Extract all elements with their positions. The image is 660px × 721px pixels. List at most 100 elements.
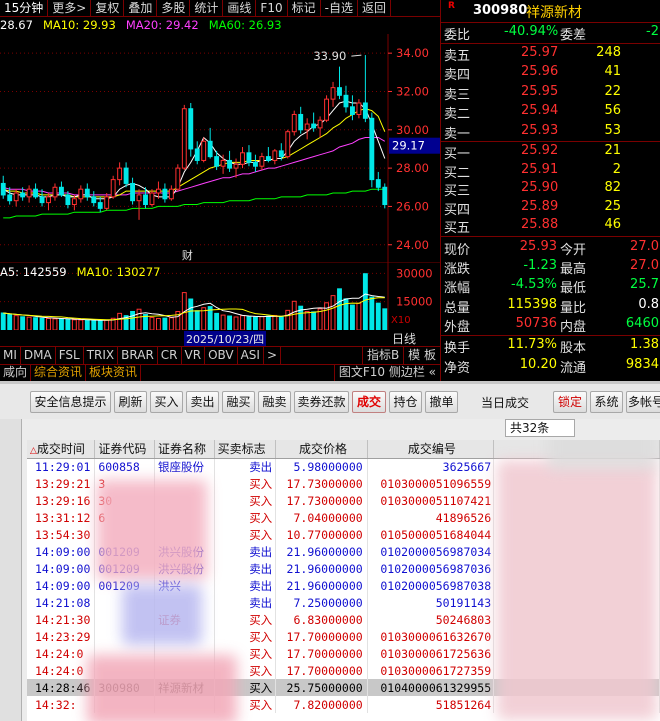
indicator-tab-8[interactable]: ASI <box>238 347 264 364</box>
toolbar-button-6[interactable]: 卖券还款 <box>294 391 349 413</box>
indicator-tab-0[interactable]: MI <box>0 347 21 364</box>
indicator-tab-3[interactable]: TRIX <box>84 347 119 364</box>
candle <box>52 183 58 201</box>
volume-bar <box>149 317 155 330</box>
candle <box>149 189 155 207</box>
stat-row: 外盘 50736 内盘 6460 <box>441 315 660 335</box>
candle <box>58 181 64 197</box>
candle <box>369 112 375 188</box>
menu-item-0[interactable]: 15分钟 <box>0 0 49 17</box>
cell-no: 3625667 <box>367 458 495 475</box>
menu-item-6[interactable]: 画线 <box>223 0 257 17</box>
cell-price: 7.04000000 <box>275 509 368 526</box>
indicator-tab-5[interactable]: CR <box>158 347 182 364</box>
ask-label: 卖五 <box>444 49 471 64</box>
toolbar-button-0[interactable]: 安全信息提示 <box>30 391 111 413</box>
bid-row: 买四 25.89 25 <box>441 198 660 218</box>
toolbar-button-2[interactable]: 买入 <box>150 391 183 413</box>
column-header-5[interactable]: 成交编号 <box>367 440 495 459</box>
indicator-right-0[interactable]: 指标B <box>361 347 403 364</box>
weibi-row: 委比 -40.94% 委差 -2 <box>441 23 660 43</box>
stat-value: 50736 <box>515 315 557 331</box>
stat-value: 115398 <box>507 296 557 312</box>
sidebar-toggle[interactable]: 图文F10 侧边栏 « <box>333 365 440 381</box>
volume-bar <box>337 288 342 330</box>
toolbar-right-button-1[interactable]: 系统 <box>590 391 623 413</box>
menu-item-5[interactable]: 统计 <box>190 0 224 17</box>
cell-time: 14:24:0 <box>27 645 96 662</box>
volume-bar <box>52 318 58 330</box>
toolbar-button-4[interactable]: 融买 <box>222 391 255 413</box>
toolbar-button-5[interactable]: 融卖 <box>258 391 291 413</box>
cell-no: 0102000056987034 <box>367 543 495 560</box>
volume-bar <box>65 318 71 330</box>
indicator-tab-6[interactable]: VR <box>182 347 206 364</box>
volume-legend: A5: 142559 MA10: 130277 <box>0 265 160 279</box>
candle <box>356 99 362 119</box>
toolbar-right-button-2[interactable]: 多帐号 <box>626 391 660 413</box>
toolbar-button-9[interactable]: 撤单 <box>425 391 458 413</box>
cell-no: 0103000051107421 <box>367 492 495 509</box>
cell-time: 14:09:00 <box>27 543 96 560</box>
ask-row: 卖五 25.97 248 <box>441 44 660 64</box>
volume-bar <box>311 311 317 330</box>
menu-item-9[interactable]: -自选 <box>321 0 358 17</box>
menu-item-2[interactable]: 复权 <box>91 0 125 17</box>
cell-price: 7.82000000 <box>275 696 368 713</box>
menu-item-8[interactable]: 标记 <box>288 0 321 17</box>
column-header-3[interactable]: 买卖标志 <box>214 440 277 459</box>
candle <box>240 147 245 169</box>
bid-label: 买五 <box>444 221 471 237</box>
indicator-tab-7[interactable]: OBV <box>205 347 238 364</box>
menu-item-7[interactable]: F10 <box>256 0 288 17</box>
trade-left-strip <box>0 419 22 721</box>
column-header-1[interactable]: 证券代码 <box>94 440 155 459</box>
high-annotation: 33.90 <box>313 49 346 63</box>
candle <box>330 81 336 107</box>
y-tick-label: 24.00 <box>396 238 429 252</box>
indicator-tab-4[interactable]: BRAR <box>118 347 158 364</box>
toolbar-button-7[interactable]: 成交 <box>352 391 386 413</box>
weibi-value: -40.94% <box>504 24 559 39</box>
bid-price: 25.89 <box>521 198 559 214</box>
toolbar-button-8[interactable]: 持仓 <box>389 391 422 413</box>
toolbar-right-button-0[interactable]: 锁定 <box>553 391 587 413</box>
indicator-tab-2[interactable]: FSL <box>56 347 84 364</box>
stat-value: 27.0 <box>630 258 659 274</box>
price-chart[interactable]: 34.00 32.00 30.00 28.00 26.00 24.00 29.17 33.90… <box>0 34 440 262</box>
indicator-right-1[interactable]: 模 板 <box>403 347 440 364</box>
info-tab-1[interactable]: 综合资讯 <box>31 365 87 381</box>
volume-bar <box>285 309 291 330</box>
candle <box>317 116 323 138</box>
bid-volume: 82 <box>604 180 621 196</box>
column-header-4[interactable]: 成交价格 <box>275 440 368 459</box>
toolbar-button-1[interactable]: 刷新 <box>114 391 147 413</box>
menu-item-3[interactable]: 叠加 <box>124 0 158 17</box>
column-header-2[interactable]: 证券名称 <box>154 440 215 459</box>
price-ma-legend: 28.67 MA10: 29.93 MA20: 29.42 MA60: 26.93 <box>0 18 282 34</box>
cell-price: 17.73000000 <box>275 492 368 509</box>
volume-bar <box>330 295 336 330</box>
volume-bar <box>0 312 6 330</box>
column-header-label: 成交价格 <box>298 442 347 457</box>
candle <box>78 185 84 203</box>
candle <box>46 193 51 211</box>
indicator-tab-9[interactable]: > <box>264 347 282 364</box>
menu-item-10[interactable]: 返回 <box>358 0 391 17</box>
indicator-tab-1[interactable]: DMA <box>21 347 56 364</box>
column-header-label: 成交时间 <box>36 442 85 457</box>
cell-no: 0103000051096559 <box>367 475 495 492</box>
period-label[interactable]: 日线 <box>392 330 416 347</box>
stat-label: 股本 <box>560 341 587 356</box>
toolbar-button-3[interactable]: 卖出 <box>186 391 219 413</box>
info-tab-2[interactable]: 板块资讯 <box>86 365 142 381</box>
ask-price: 25.96 <box>521 64 559 80</box>
info-tab-0[interactable]: 咸向 <box>0 365 32 381</box>
menu-item-1[interactable]: 更多> <box>48 0 92 17</box>
volume-bar <box>272 314 278 330</box>
ask-label: 卖二 <box>444 107 471 123</box>
menu-item-4[interactable]: 多股 <box>157 0 191 17</box>
y-tick-label: 30.00 <box>396 123 429 137</box>
column-header-label: 证券代码 <box>98 442 147 457</box>
column-header-0[interactable]: △成交时间 <box>27 440 96 459</box>
